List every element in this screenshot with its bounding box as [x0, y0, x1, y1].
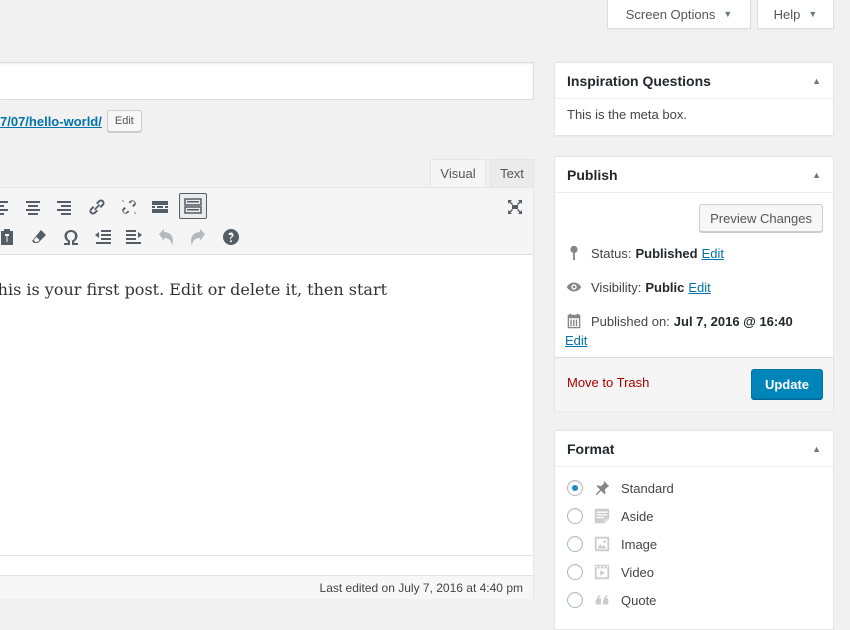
link-icon[interactable]	[84, 194, 110, 220]
status-row: Status: Published Edit	[565, 244, 724, 262]
fullscreen-icon[interactable]	[502, 194, 528, 220]
format-label: Aside	[621, 508, 654, 524]
radio-quote[interactable]	[567, 592, 583, 608]
collapse-icon[interactable]: ▲	[812, 170, 821, 180]
editor-status-bar: Last edited on July 7, 2016 at 4:40 pm	[0, 575, 533, 599]
tab-visual[interactable]: Visual	[430, 159, 486, 187]
pin-icon	[592, 478, 612, 498]
help-label: Help	[773, 6, 801, 22]
aside-icon	[592, 506, 612, 526]
format-label: Image	[621, 536, 658, 552]
screen-options-label: Screen Options	[625, 6, 716, 22]
publish-metabox: Publish ▲ Preview Changes Status: Publish…	[554, 156, 834, 411]
update-button[interactable]: Update	[750, 369, 823, 399]
help-icon[interactable]	[218, 224, 244, 250]
post-content: This is your first post. Edit or delete …	[0, 280, 388, 299]
format-label: Quote	[621, 592, 657, 608]
radio-aside[interactable]	[567, 508, 583, 524]
editor-path-bar	[0, 555, 533, 575]
collapse-icon[interactable]: ▲	[812, 76, 821, 86]
edit-permalink-button[interactable]: Edit	[106, 110, 142, 132]
image-icon	[592, 534, 612, 554]
special-character-icon[interactable]	[58, 224, 84, 250]
inspiration-body: This is the meta box.	[567, 107, 687, 122]
published-on-row: Published on: Jul 7, 2016 @ 16:40	[565, 312, 793, 330]
edit-visibility-link[interactable]: Edit	[688, 280, 710, 295]
visibility-label: Visibility:	[591, 279, 642, 295]
paste-text-icon[interactable]	[0, 224, 20, 250]
pin-icon	[570, 245, 578, 261]
radio-image[interactable]	[567, 536, 583, 552]
screen-options-button[interactable]: Screen Options ▼	[607, 0, 751, 29]
help-button[interactable]: Help ▼	[757, 0, 834, 29]
format-option-standard[interactable]: Standard	[567, 478, 674, 498]
format-title: Format	[567, 440, 615, 457]
edit-date-link[interactable]: Edit	[565, 333, 587, 348]
metabox-header[interactable]: Inspiration Questions ▲	[555, 63, 833, 99]
preview-changes-button[interactable]: Preview Changes	[699, 204, 823, 232]
last-edited-text: Last edited on July 7, 2016 at 4:40 pm	[319, 580, 523, 595]
format-option-aside[interactable]: Aside	[567, 506, 654, 526]
status-value: Published	[635, 245, 698, 261]
publish-title: Publish	[567, 166, 618, 183]
format-option-image[interactable]: Image	[567, 534, 657, 554]
indent-icon[interactable]	[121, 224, 147, 250]
publish-actions: Move to Trash Update	[555, 357, 833, 411]
align-center-icon[interactable]	[20, 194, 46, 220]
post-editor: This is your first post. Edit or delete …	[0, 187, 534, 599]
read-more-icon[interactable]	[147, 194, 173, 220]
format-option-quote[interactable]: Quote	[567, 590, 656, 610]
caret-down-icon: ▼	[723, 9, 733, 19]
metabox-header[interactable]: Publish ▲	[555, 157, 833, 193]
redo-icon[interactable]	[185, 224, 211, 250]
video-icon	[592, 562, 612, 582]
edit-status-link[interactable]: Edit	[702, 246, 724, 261]
published-on-value: Jul 7, 2016 @ 16:40	[673, 313, 793, 329]
caret-down-icon: ▼	[808, 9, 818, 19]
inspiration-title: Inspiration Questions	[567, 72, 711, 89]
format-metabox: Format ▲ Standard Aside Image Video Quot…	[554, 430, 834, 630]
published-on-label: Published on:	[591, 313, 670, 329]
eye-icon	[566, 282, 582, 292]
visibility-value: Public	[645, 279, 685, 295]
align-right-icon[interactable]	[51, 194, 77, 220]
align-left-icon[interactable]	[0, 194, 15, 220]
format-label: Video	[621, 564, 655, 580]
post-title-input[interactable]	[0, 62, 534, 100]
outdent-icon[interactable]	[90, 224, 116, 250]
toolbar-toggle-icon[interactable]	[179, 193, 207, 219]
tab-text[interactable]: Text	[490, 159, 534, 187]
metabox-header[interactable]: Format ▲	[555, 431, 833, 467]
clear-formatting-icon[interactable]	[26, 224, 52, 250]
permalink-link[interactable]: 7/07/hello-world/	[0, 114, 102, 129]
undo-icon[interactable]	[153, 224, 179, 250]
format-label: Standard	[621, 480, 674, 496]
radio-standard[interactable]	[567, 480, 583, 496]
editor-toolbar	[0, 188, 533, 255]
radio-video[interactable]	[567, 564, 583, 580]
permalink: 7/07/hello-world/ Edit	[0, 110, 142, 132]
move-to-trash-link[interactable]: Move to Trash	[567, 375, 649, 390]
visibility-row: Visibility: Public Edit	[565, 278, 711, 296]
calendar-icon	[567, 313, 581, 329]
status-label: Status:	[591, 245, 632, 261]
format-option-video[interactable]: Video	[567, 562, 654, 582]
collapse-icon[interactable]: ▲	[812, 444, 821, 454]
editor-content-area[interactable]: This is your first post. Edit or delete …	[0, 255, 533, 555]
inspiration-metabox: Inspiration Questions ▲ This is the meta…	[554, 62, 834, 136]
unlink-icon[interactable]	[116, 194, 142, 220]
quote-icon	[592, 590, 612, 610]
